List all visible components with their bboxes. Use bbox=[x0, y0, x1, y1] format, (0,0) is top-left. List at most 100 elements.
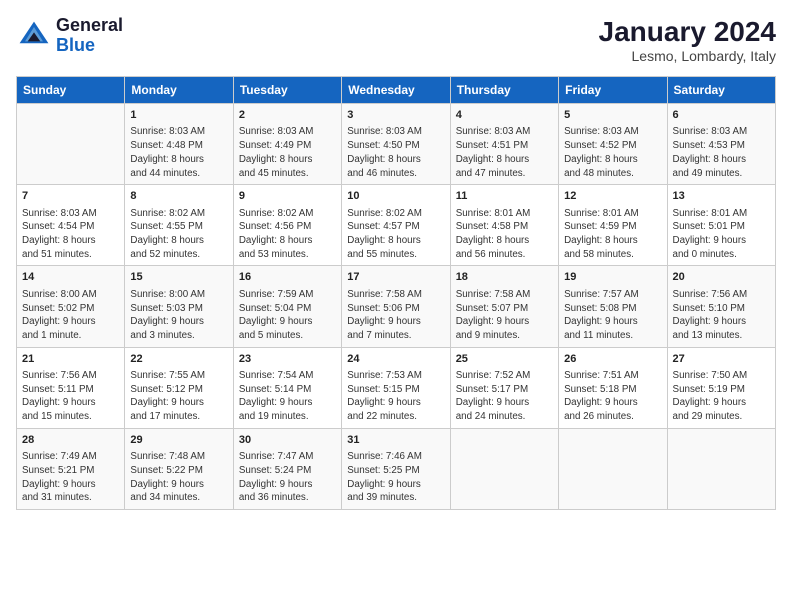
cell-info: Sunrise: 8:03 AM Sunset: 4:53 PM Dayligh… bbox=[673, 125, 770, 180]
cell-info: Sunrise: 7:59 AM Sunset: 5:04 PM Dayligh… bbox=[239, 288, 336, 343]
calendar-cell: 31 Sunrise: 7:46 AM Sunset: 5:25 PM Dayli… bbox=[342, 428, 450, 509]
cell-info: Sunrise: 7:58 AM Sunset: 5:07 PM Dayligh… bbox=[456, 288, 553, 343]
calendar-cell: 6 Sunrise: 8:03 AM Sunset: 4:53 PM Daylig… bbox=[667, 104, 775, 185]
cell-info: Sunrise: 8:03 AM Sunset: 4:48 PM Dayligh… bbox=[130, 125, 227, 180]
date-number: 16 bbox=[239, 270, 336, 285]
date-number: 22 bbox=[130, 352, 227, 367]
calendar-cell: 12 Sunrise: 8:01 AM Sunset: 4:59 PM Dayli… bbox=[559, 185, 667, 266]
cell-info: Sunrise: 7:55 AM Sunset: 5:12 PM Dayligh… bbox=[130, 369, 227, 424]
calendar-cell: 9Sunrise: 8:02 AM Sunset: 4:56 PM Daylig… bbox=[233, 185, 341, 266]
cell-info: Sunrise: 7:56 AM Sunset: 5:11 PM Dayligh… bbox=[22, 369, 119, 424]
date-number: 12 bbox=[564, 189, 661, 204]
cell-info: Sunrise: 7:53 AM Sunset: 5:15 PM Dayligh… bbox=[347, 369, 444, 424]
calendar-table: SundayMondayTuesdayWednesdayThursdayFrid… bbox=[16, 76, 776, 510]
subtitle: Lesmo, Lombardy, Italy bbox=[599, 48, 776, 64]
cell-info: Sunrise: 8:03 AM Sunset: 4:54 PM Dayligh… bbox=[22, 207, 119, 262]
page-container: General Blue January 2024 Lesmo, Lombard… bbox=[0, 0, 792, 518]
cell-info: Sunrise: 8:00 AM Sunset: 5:02 PM Dayligh… bbox=[22, 288, 119, 343]
date-number: 17 bbox=[347, 270, 444, 285]
calendar-cell: 8 Sunrise: 8:02 AM Sunset: 4:55 PM Daylig… bbox=[125, 185, 233, 266]
day-header-monday: Monday bbox=[125, 77, 233, 104]
week-row-3: 14Sunrise: 8:00 AM Sunset: 5:02 PM Dayli… bbox=[17, 266, 776, 347]
day-header-saturday: Saturday bbox=[667, 77, 775, 104]
cell-info: Sunrise: 7:52 AM Sunset: 5:17 PM Dayligh… bbox=[456, 369, 553, 424]
date-number: 13 bbox=[673, 189, 770, 204]
title-block: January 2024 Lesmo, Lombardy, Italy bbox=[599, 16, 776, 64]
calendar-cell: 28 Sunrise: 7:49 AM Sunset: 5:21 PM Dayli… bbox=[17, 428, 125, 509]
date-number: 28 bbox=[22, 433, 119, 448]
cell-info: Sunrise: 8:01 AM Sunset: 4:58 PM Dayligh… bbox=[456, 207, 553, 262]
date-number: 26 bbox=[564, 352, 661, 367]
cell-info: Sunrise: 8:02 AM Sunset: 4:55 PM Dayligh… bbox=[130, 207, 227, 262]
cell-info: Sunrise: 7:51 AM Sunset: 5:18 PM Dayligh… bbox=[564, 369, 661, 424]
calendar-cell: 21 Sunrise: 7:56 AM Sunset: 5:11 PM Dayli… bbox=[17, 347, 125, 428]
cell-info: Sunrise: 8:03 AM Sunset: 4:51 PM Dayligh… bbox=[456, 125, 553, 180]
date-number: 20 bbox=[673, 270, 770, 285]
calendar-cell: 2Sunrise: 8:03 AM Sunset: 4:49 PM Daylig… bbox=[233, 104, 341, 185]
calendar-cell bbox=[17, 104, 125, 185]
calendar-cell: 19 Sunrise: 7:57 AM Sunset: 5:08 PM Dayli… bbox=[559, 266, 667, 347]
calendar-cell bbox=[450, 428, 558, 509]
cell-info: Sunrise: 8:01 AM Sunset: 4:59 PM Dayligh… bbox=[564, 207, 661, 262]
cell-info: Sunrise: 7:57 AM Sunset: 5:08 PM Dayligh… bbox=[564, 288, 661, 343]
date-number: 25 bbox=[456, 352, 553, 367]
cell-info: Sunrise: 7:54 AM Sunset: 5:14 PM Dayligh… bbox=[239, 369, 336, 424]
cell-info: Sunrise: 7:46 AM Sunset: 5:25 PM Dayligh… bbox=[347, 450, 444, 505]
calendar-cell: 11 Sunrise: 8:01 AM Sunset: 4:58 PM Dayli… bbox=[450, 185, 558, 266]
calendar-header-row: SundayMondayTuesdayWednesdayThursdayFrid… bbox=[17, 77, 776, 104]
week-row-4: 21 Sunrise: 7:56 AM Sunset: 5:11 PM Dayli… bbox=[17, 347, 776, 428]
date-number: 31 bbox=[347, 433, 444, 448]
week-row-2: 7Sunrise: 8:03 AM Sunset: 4:54 PM Daylig… bbox=[17, 185, 776, 266]
date-number: 6 bbox=[673, 108, 770, 123]
day-header-sunday: Sunday bbox=[17, 77, 125, 104]
date-number: 29 bbox=[130, 433, 227, 448]
calendar-cell: 1 Sunrise: 8:03 AM Sunset: 4:48 PM Daylig… bbox=[125, 104, 233, 185]
calendar-cell: 15Sunrise: 8:00 AM Sunset: 5:03 PM Dayli… bbox=[125, 266, 233, 347]
logo-icon bbox=[16, 18, 52, 54]
day-header-thursday: Thursday bbox=[450, 77, 558, 104]
date-number: 23 bbox=[239, 352, 336, 367]
calendar-cell: 29 Sunrise: 7:48 AM Sunset: 5:22 PM Dayli… bbox=[125, 428, 233, 509]
cell-info: Sunrise: 8:02 AM Sunset: 4:56 PM Dayligh… bbox=[239, 207, 336, 262]
date-number: 10 bbox=[347, 189, 444, 204]
date-number: 8 bbox=[130, 189, 227, 204]
calendar-cell: 13 Sunrise: 8:01 AM Sunset: 5:01 PM Dayli… bbox=[667, 185, 775, 266]
calendar-cell: 26 Sunrise: 7:51 AM Sunset: 5:18 PM Dayli… bbox=[559, 347, 667, 428]
cell-info: Sunrise: 8:03 AM Sunset: 4:50 PM Dayligh… bbox=[347, 125, 444, 180]
calendar-cell: 5Sunrise: 8:03 AM Sunset: 4:52 PM Daylig… bbox=[559, 104, 667, 185]
calendar-cell: 17Sunrise: 7:58 AM Sunset: 5:06 PM Dayli… bbox=[342, 266, 450, 347]
cell-info: Sunrise: 7:48 AM Sunset: 5:22 PM Dayligh… bbox=[130, 450, 227, 505]
cell-info: Sunrise: 8:03 AM Sunset: 4:49 PM Dayligh… bbox=[239, 125, 336, 180]
week-row-5: 28 Sunrise: 7:49 AM Sunset: 5:21 PM Dayli… bbox=[17, 428, 776, 509]
calendar-cell: 4Sunrise: 8:03 AM Sunset: 4:51 PM Daylig… bbox=[450, 104, 558, 185]
cell-info: Sunrise: 7:50 AM Sunset: 5:19 PM Dayligh… bbox=[673, 369, 770, 424]
cell-info: Sunrise: 8:02 AM Sunset: 4:57 PM Dayligh… bbox=[347, 207, 444, 262]
logo-text: General Blue bbox=[56, 16, 123, 56]
date-number: 19 bbox=[564, 270, 661, 285]
cell-info: Sunrise: 8:03 AM Sunset: 4:52 PM Dayligh… bbox=[564, 125, 661, 180]
cell-info: Sunrise: 8:01 AM Sunset: 5:01 PM Dayligh… bbox=[673, 207, 770, 262]
week-row-1: 1 Sunrise: 8:03 AM Sunset: 4:48 PM Daylig… bbox=[17, 104, 776, 185]
calendar-cell: 30 Sunrise: 7:47 AM Sunset: 5:24 PM Dayli… bbox=[233, 428, 341, 509]
cell-info: Sunrise: 7:49 AM Sunset: 5:21 PM Dayligh… bbox=[22, 450, 119, 505]
calendar-cell: 14Sunrise: 8:00 AM Sunset: 5:02 PM Dayli… bbox=[17, 266, 125, 347]
date-number: 27 bbox=[673, 352, 770, 367]
day-header-friday: Friday bbox=[559, 77, 667, 104]
calendar-cell: 20 Sunrise: 7:56 AM Sunset: 5:10 PM Dayli… bbox=[667, 266, 775, 347]
date-number: 30 bbox=[239, 433, 336, 448]
date-number: 1 bbox=[130, 108, 227, 123]
calendar-cell: 10 Sunrise: 8:02 AM Sunset: 4:57 PM Dayli… bbox=[342, 185, 450, 266]
main-title: January 2024 bbox=[599, 16, 776, 48]
calendar-cell bbox=[667, 428, 775, 509]
calendar-cell: 3Sunrise: 8:03 AM Sunset: 4:50 PM Daylig… bbox=[342, 104, 450, 185]
calendar-cell bbox=[559, 428, 667, 509]
header: General Blue January 2024 Lesmo, Lombard… bbox=[16, 16, 776, 64]
calendar-cell: 23 Sunrise: 7:54 AM Sunset: 5:14 PM Dayli… bbox=[233, 347, 341, 428]
date-number: 11 bbox=[456, 189, 553, 204]
cell-info: Sunrise: 7:56 AM Sunset: 5:10 PM Dayligh… bbox=[673, 288, 770, 343]
date-number: 21 bbox=[22, 352, 119, 367]
day-header-tuesday: Tuesday bbox=[233, 77, 341, 104]
calendar-cell: 25 Sunrise: 7:52 AM Sunset: 5:17 PM Dayli… bbox=[450, 347, 558, 428]
cell-info: Sunrise: 7:47 AM Sunset: 5:24 PM Dayligh… bbox=[239, 450, 336, 505]
date-number: 15 bbox=[130, 270, 227, 285]
